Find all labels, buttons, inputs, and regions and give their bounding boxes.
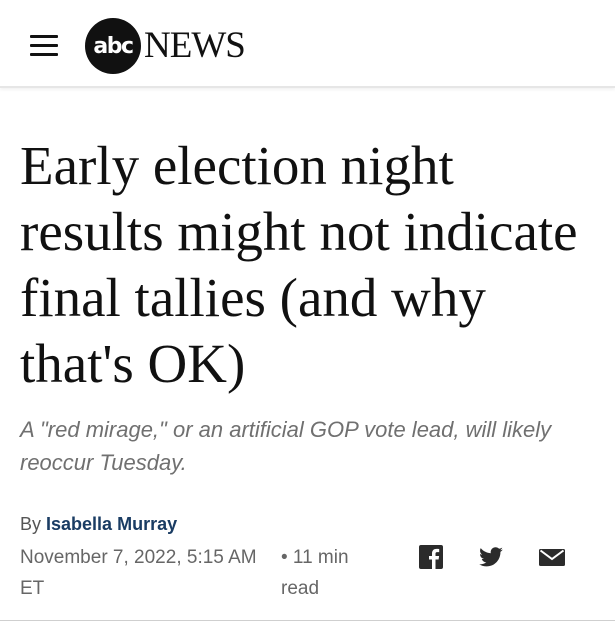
byline: By Isabella Murray <box>20 512 177 536</box>
hamburger-menu-icon[interactable] <box>30 35 58 57</box>
article-subheadline: A "red mirage," or an artificial GOP vot… <box>20 417 552 475</box>
email-icon[interactable] <box>538 544 565 570</box>
twitter-icon[interactable] <box>478 544 504 570</box>
article-headline: Early election night results might not i… <box>20 135 578 394</box>
abc-news-logo[interactable]: abc NEWS <box>85 18 246 74</box>
publish-date: November 7, 2022, 5:15 AM ET <box>20 547 257 599</box>
abc-logo-mark: abc <box>85 18 141 74</box>
facebook-icon[interactable] <box>418 544 444 570</box>
read-time: • 11 min read <box>281 547 349 599</box>
news-wordmark: NEWS <box>144 25 246 66</box>
site-header: abc NEWS <box>0 0 615 88</box>
divider <box>0 620 615 621</box>
byline-prefix: By <box>20 514 42 534</box>
author-link[interactable]: Isabella Murray <box>46 514 177 534</box>
